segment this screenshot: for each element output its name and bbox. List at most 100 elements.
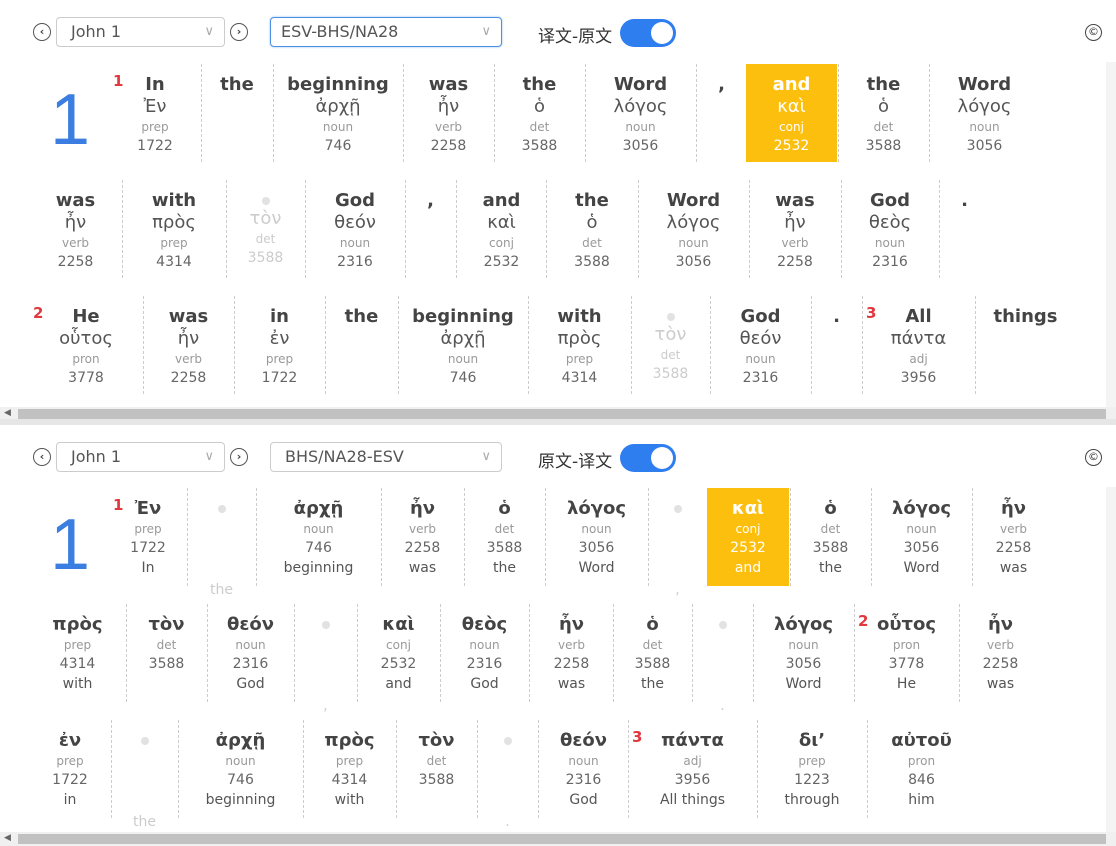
word-cell[interactable]: Word λόγος noun 3056 — [585, 64, 695, 162]
copyright-icon[interactable]: © — [1085, 449, 1102, 466]
greek-word: ἦν — [437, 96, 460, 117]
order-toggle[interactable] — [620, 444, 676, 472]
part-of-speech: adj — [683, 754, 702, 768]
word-cell[interactable]: λόγος noun 3056 Word — [545, 488, 647, 586]
scroll-left-icon[interactable]: ◀ — [4, 408, 11, 418]
book-select-value: John 1 — [71, 22, 122, 41]
word-cell[interactable]: τὸν det 3588 — [226, 180, 304, 278]
word-cell[interactable]: ἀρχῇ noun 746 beginning — [256, 488, 380, 586]
word-cell[interactable]: beginning ἀρχῇ noun 746 — [273, 64, 402, 162]
word-cell[interactable]: Word λόγος noun 3056 — [638, 180, 748, 278]
part-of-speech: prep — [335, 754, 364, 768]
bottom-vertical-scrollbar[interactable] — [1106, 487, 1116, 832]
word-cell[interactable]: 3 πάντα adj 3956 All things — [628, 720, 756, 818]
word-cell[interactable]: ἐν prep 1722 in — [30, 720, 110, 818]
word-cell[interactable]: 1 In Ἐν prep 1722 — [110, 64, 200, 162]
word-cell[interactable]: καὶ conj 2532 and — [357, 604, 439, 702]
word-cell[interactable]: τὸν det 3588 — [631, 296, 709, 394]
word-cell[interactable]: θεὸς noun 2316 God — [440, 604, 528, 702]
version-select[interactable]: ESV-BHS/NA28 ∨ — [270, 17, 502, 47]
word-cell[interactable]: τὸν det 3588 — [396, 720, 476, 818]
word-cell[interactable]: 3 All πάντα adj 3956 — [862, 296, 974, 394]
word-cell[interactable]: God θεόν noun 2316 — [710, 296, 810, 394]
word-cell[interactable]: δι’ prep 1223 through — [757, 720, 866, 818]
english-word: Word — [666, 190, 721, 211]
word-cell[interactable]: λόγος noun 3056 Word — [753, 604, 853, 702]
word-cell[interactable]: beginning ἀρχῇ noun 746 — [398, 296, 527, 394]
word-cell[interactable]: θεόν noun 2316 God — [538, 720, 628, 818]
word-cell[interactable]: ὁ det 3588 the — [790, 488, 870, 586]
word-cell[interactable]: God θεὸς noun 2316 — [841, 180, 938, 278]
english-word: beginning — [283, 560, 354, 576]
word-cell[interactable]: ὁ det 3588 the — [613, 604, 691, 702]
word-cell[interactable]: αὐτοῦ pron 846 him — [867, 720, 975, 818]
prev-chapter-icon[interactable]: ‹ — [33, 448, 51, 466]
word-cell[interactable]: 2 He οὗτος pron 3778 — [30, 296, 142, 394]
part-of-speech: conj — [489, 236, 514, 250]
word-cell[interactable]: was ἦν verb 2258 — [403, 64, 493, 162]
part-of-speech: noun — [235, 638, 266, 652]
word-cell[interactable]: the ὁ det 3588 — [838, 64, 928, 162]
word-cell[interactable]: , — [294, 604, 356, 714]
strongs-number — [326, 368, 397, 388]
word-cell[interactable]: ἦν verb 2258 was — [959, 604, 1041, 702]
word-cell[interactable]: . — [692, 604, 752, 714]
word-cell[interactable]: Word λόγος noun 3056 — [929, 64, 1039, 162]
word-cell[interactable]: πρὸς prep 4314 with — [30, 604, 125, 702]
word-cell[interactable]: καὶ conj 2532 and — [707, 488, 789, 586]
word-cell[interactable]: . — [939, 180, 989, 278]
strongs-number — [202, 136, 272, 156]
word-cell[interactable]: 2 οὗτος pron 3778 He — [854, 604, 958, 702]
word-cell[interactable]: with πρὸς prep 4314 — [122, 180, 225, 278]
word-cell[interactable]: ἀρχῇ noun 746 beginning — [178, 720, 302, 818]
copyright-icon[interactable]: © — [1085, 24, 1102, 41]
word-cell[interactable]: the ὁ det 3588 — [494, 64, 584, 162]
book-select[interactable]: John 1 ∨ — [56, 442, 225, 472]
word-cell[interactable]: ἦν verb 2258 was — [972, 488, 1054, 586]
english-word: , — [675, 582, 680, 598]
word-cell[interactable]: ὁ det 3588 the — [464, 488, 544, 586]
next-chapter-icon[interactable]: › — [230, 23, 248, 41]
book-select[interactable]: John 1 ∨ — [56, 17, 225, 47]
word-cell[interactable]: the — [187, 488, 255, 598]
part-of-speech — [693, 640, 752, 658]
word-cell[interactable]: and καὶ conj 2532 — [456, 180, 546, 278]
word-cell[interactable]: was ἦν verb 2258 — [30, 180, 121, 278]
word-cell[interactable]: the — [325, 296, 397, 394]
word-cell[interactable]: θεόν noun 2316 God — [207, 604, 293, 702]
word-cell[interactable]: was ἦν verb 2258 — [749, 180, 840, 278]
english-word: Word — [613, 74, 668, 95]
strongs-number: 3056 — [966, 138, 1003, 154]
word-cell[interactable]: God θεόν noun 2316 — [305, 180, 404, 278]
next-chapter-icon[interactable]: › — [230, 448, 248, 466]
word-cell[interactable]: , — [696, 64, 746, 162]
word-cell[interactable]: , — [405, 180, 455, 278]
word-cell[interactable]: ἦν verb 2258 was — [381, 488, 463, 586]
word-cell[interactable]: was ἦν verb 2258 — [143, 296, 233, 394]
part-of-speech: pron — [72, 352, 100, 366]
word-cell[interactable]: πρὸς prep 4314 with — [303, 720, 395, 818]
word-cell[interactable]: with πρὸς prep 4314 — [528, 296, 630, 394]
word-cell[interactable]: in ἐν prep 1722 — [234, 296, 324, 394]
word-cell[interactable]: and καὶ conj 2532 — [746, 64, 837, 162]
word-cell[interactable]: τὸν det 3588 — [126, 604, 206, 702]
prev-chapter-icon[interactable]: ‹ — [33, 23, 51, 41]
word-cell[interactable]: λόγος noun 3056 Word — [871, 488, 971, 586]
word-cell[interactable]: ἦν verb 2258 was — [529, 604, 613, 702]
order-toggle[interactable] — [620, 19, 676, 47]
word-cell[interactable]: things — [975, 296, 1075, 394]
english-word: him — [908, 792, 935, 808]
word-cell[interactable]: . — [477, 720, 537, 830]
word-cell[interactable]: 1 Ἐν prep 1722 In — [110, 488, 186, 586]
version-select[interactable]: BHS/NA28-ESV ∨ — [270, 442, 502, 472]
word-cell[interactable]: the — [201, 64, 272, 162]
top-vertical-scrollbar[interactable] — [1106, 62, 1116, 407]
word-cell[interactable]: . — [811, 296, 861, 394]
greek-word: πρὸς — [557, 328, 602, 349]
scroll-left-icon[interactable]: ◀ — [4, 833, 11, 843]
bottom-horizontal-scrollbar[interactable]: ◀ — [0, 832, 1116, 846]
word-cell[interactable]: the ὁ det 3588 — [546, 180, 637, 278]
word-cell[interactable]: , — [648, 488, 706, 598]
greek-word: λόγος — [773, 614, 834, 635]
word-cell[interactable]: the — [111, 720, 177, 830]
